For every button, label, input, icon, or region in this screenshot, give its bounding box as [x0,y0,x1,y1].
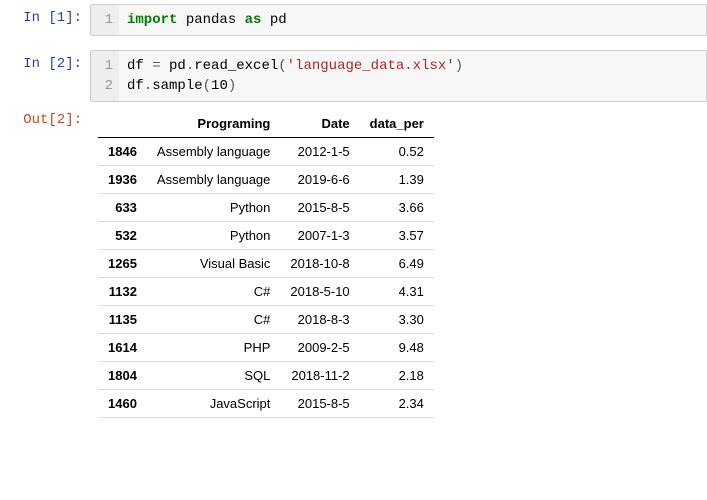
table-cell: 2018-11-2 [280,362,359,390]
cell-out-2: Out[2]: Programing Date data_per 1846Ass… [0,106,707,418]
table-cell: 4.31 [360,278,434,306]
table-cell: 2018-5-10 [280,278,359,306]
table-row: 1132C#2018-5-104.31 [98,278,434,306]
row-index: 1132 [98,278,147,306]
line-number: 1 [97,10,113,30]
table-row: 532Python2007-1-33.57 [98,222,434,250]
line-gutter-1: 1 [91,5,119,35]
header-index-blank [98,110,147,138]
row-index: 1460 [98,390,147,418]
cell-in-1: In [1]: 1 import pandas as pd [0,4,707,36]
table-cell: 6.49 [360,250,434,278]
line-number: 2 [97,76,113,96]
row-index: 1265 [98,250,147,278]
table-cell: Python [147,194,280,222]
code-content-1[interactable]: import pandas as pd [119,5,706,35]
prompt-out-2: Out[2]: [0,106,90,128]
table-header: Programing Date data_per [98,110,434,138]
table-row: 1846Assembly language2012-1-50.52 [98,138,434,166]
table-cell: C# [147,306,280,334]
table-row: 1135C#2018-8-33.30 [98,306,434,334]
table-cell: C# [147,278,280,306]
table-cell: 2018-10-8 [280,250,359,278]
table-cell: 0.52 [360,138,434,166]
table-cell: Visual Basic [147,250,280,278]
row-index: 633 [98,194,147,222]
table-row: 1460JavaScript2015-8-52.34 [98,390,434,418]
table-cell: 1.39 [360,166,434,194]
line-gutter-2: 1 2 [91,51,119,101]
table-cell: 2007-1-3 [280,222,359,250]
table-cell: 2015-8-5 [280,194,359,222]
cell-in-2: In [2]: 1 2 df = pd.read_excel('language… [0,50,707,102]
table-row: 1804SQL2018-11-22.18 [98,362,434,390]
table-cell: SQL [147,362,280,390]
output-area-2: Programing Date data_per 1846Assembly la… [90,106,707,418]
table-cell: 9.48 [360,334,434,362]
table-row: 633Python2015-8-53.66 [98,194,434,222]
header-col: Programing [147,110,280,138]
table-cell: Assembly language [147,166,280,194]
table-row: 1265Visual Basic2018-10-86.49 [98,250,434,278]
table-cell: JavaScript [147,390,280,418]
header-col: data_per [360,110,434,138]
table-cell: PHP [147,334,280,362]
table-cell: 2009-2-5 [280,334,359,362]
prompt-in-2: In [2]: [0,50,90,72]
dataframe-table: Programing Date data_per 1846Assembly la… [98,110,434,418]
table-cell: 2018-8-3 [280,306,359,334]
table-body: 1846Assembly language2012-1-50.521936Ass… [98,138,434,418]
table-cell: 2.34 [360,390,434,418]
row-index: 532 [98,222,147,250]
row-index: 1614 [98,334,147,362]
table-cell: 2012-1-5 [280,138,359,166]
table-cell: 2019-6-6 [280,166,359,194]
code-input-2[interactable]: 1 2 df = pd.read_excel('language_data.xl… [90,50,707,102]
table-row: 1614PHP2009-2-59.48 [98,334,434,362]
code-input-1[interactable]: 1 import pandas as pd [90,4,707,36]
table-cell: 3.57 [360,222,434,250]
table-cell: Python [147,222,280,250]
row-index: 1804 [98,362,147,390]
table-cell: 2.18 [360,362,434,390]
row-index: 1846 [98,138,147,166]
table-cell: 3.66 [360,194,434,222]
table-row: 1936Assembly language2019-6-61.39 [98,166,434,194]
header-col: Date [280,110,359,138]
table-cell: Assembly language [147,138,280,166]
table-header-row: Programing Date data_per [98,110,434,138]
row-index: 1135 [98,306,147,334]
prompt-in-1: In [1]: [0,4,90,26]
table-cell: 3.30 [360,306,434,334]
code-content-2[interactable]: df = pd.read_excel('language_data.xlsx')… [119,51,706,101]
row-index: 1936 [98,166,147,194]
line-number: 1 [97,56,113,76]
table-cell: 2015-8-5 [280,390,359,418]
